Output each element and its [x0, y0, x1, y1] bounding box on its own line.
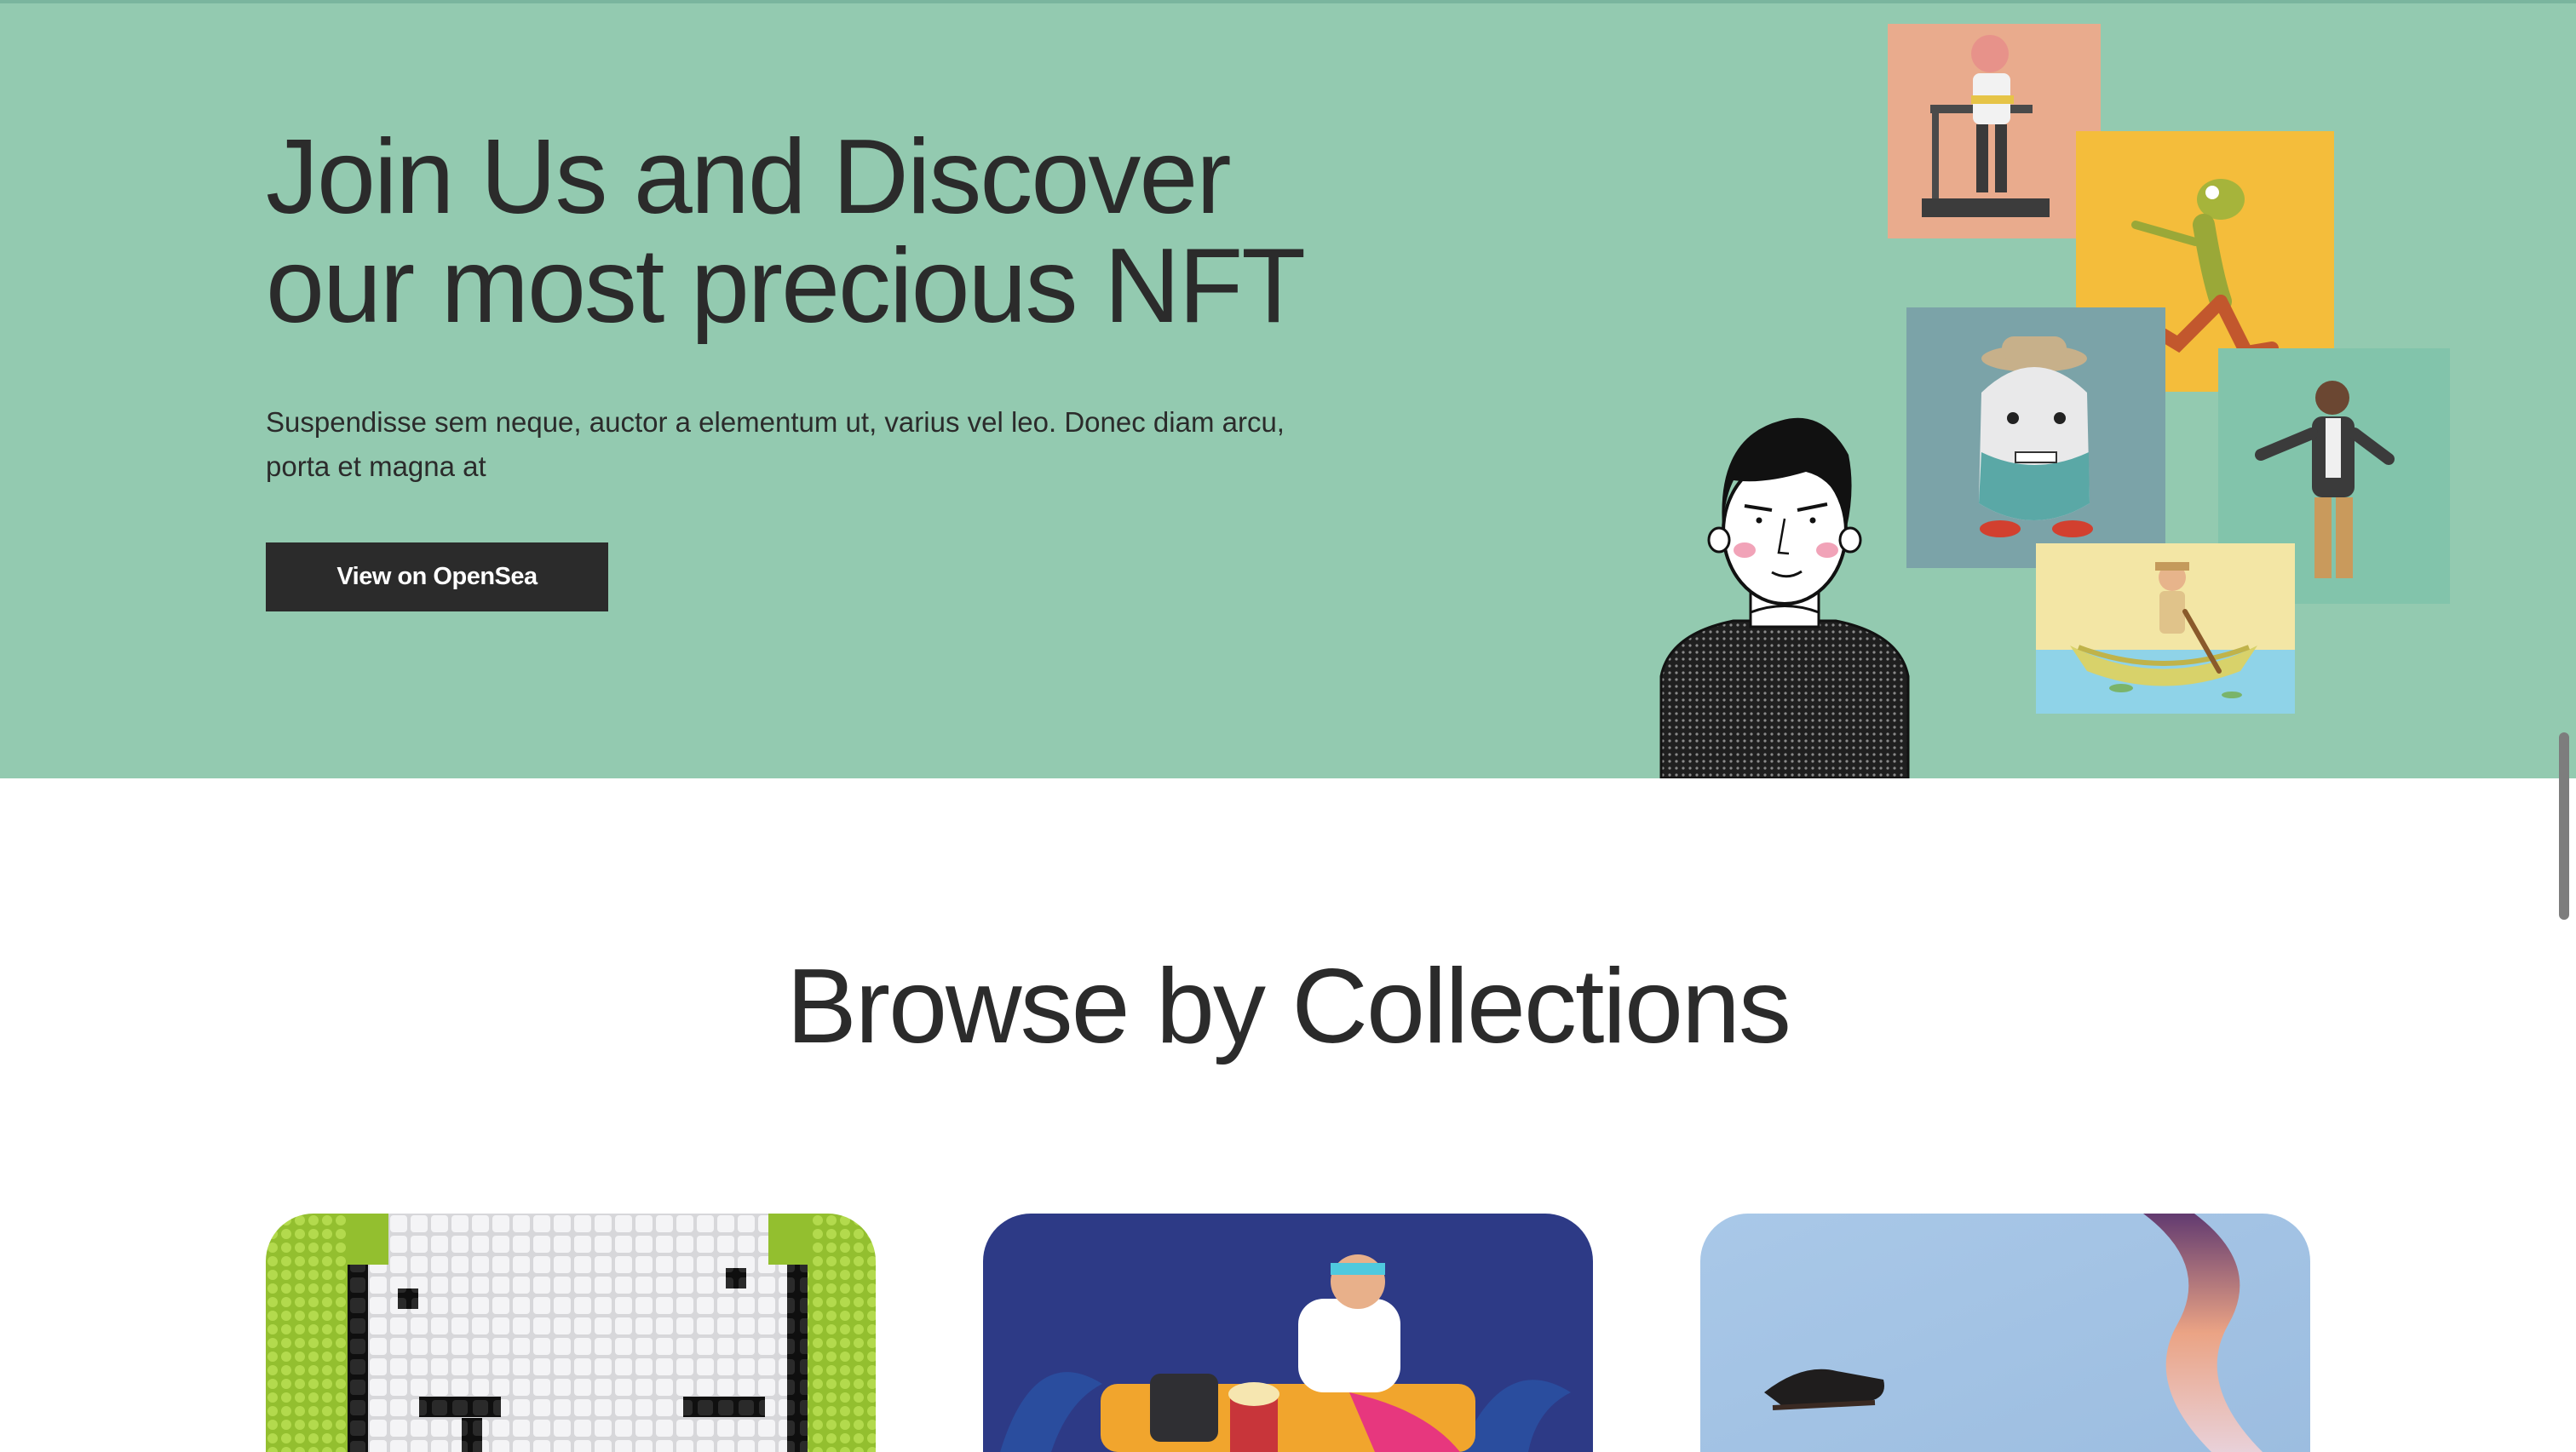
hero-description-line-2: porta et magna at	[266, 451, 486, 482]
hero-title-line-1: Join Us and Discover	[266, 118, 1232, 236]
collection-card-3d-character[interactable]	[983, 1214, 1593, 1452]
view-on-opensea-button[interactable]: View on OpenSea	[266, 542, 608, 611]
hero-description-line-1: Suspendisse sem neque, auctor a elementu…	[266, 406, 1285, 438]
hero-description: Suspendisse sem neque, auctor a elementu…	[266, 400, 1373, 489]
collection-card-pixel-art[interactable]	[266, 1214, 876, 1452]
hero-title: Join Us and Discover our most precious N…	[266, 123, 1458, 341]
nft-image-monster[interactable]	[1906, 307, 2165, 568]
hero-section: Join Us and Discover our most precious N…	[0, 3, 2576, 778]
hero-title-line-2: our most precious NFT	[266, 227, 1306, 345]
collections-heading: Browse by Collections	[786, 948, 1791, 1065]
character-illustration	[1653, 404, 1917, 778]
nft-image-boat[interactable]	[2036, 543, 2295, 714]
collection-card-floating-boots[interactable]	[1700, 1214, 2310, 1452]
page-scrollbar[interactable]	[2559, 732, 2569, 920]
nft-image-treadmill[interactable]	[1888, 24, 2101, 238]
